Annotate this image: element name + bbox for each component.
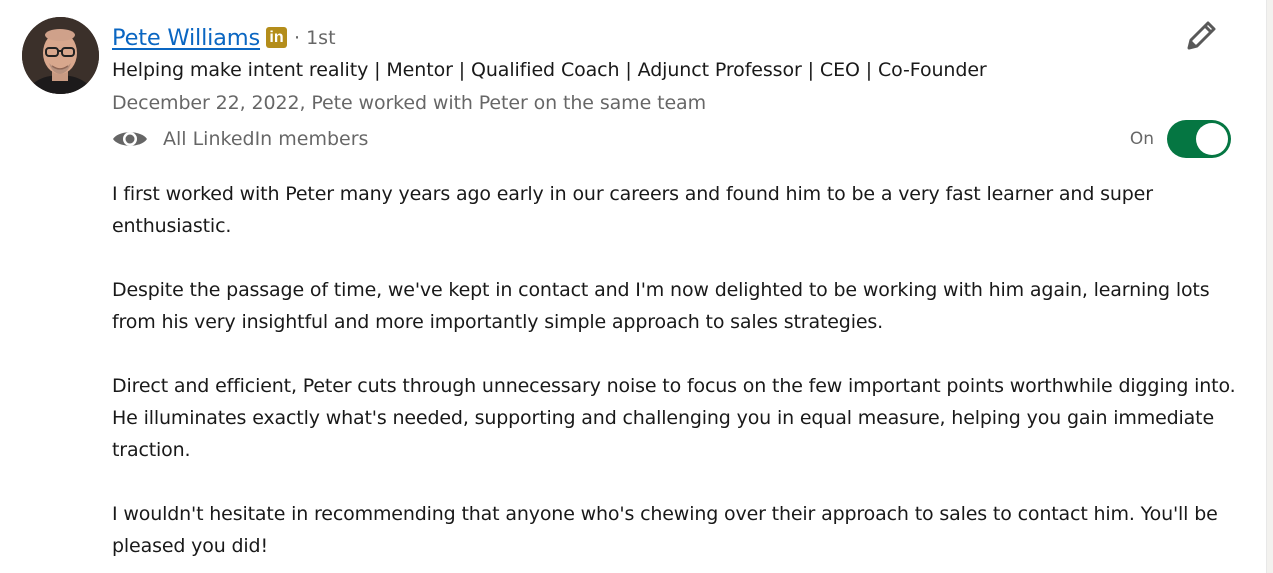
connection-degree: · 1st xyxy=(294,27,336,49)
recommendation-card: Pete Williams in · 1st Helping make inte… xyxy=(0,0,1273,573)
pencil-icon xyxy=(1187,21,1216,50)
recommender-name-link[interactable]: Pete Williams xyxy=(112,25,260,51)
visibility-label: All LinkedIn members xyxy=(163,128,369,150)
recommender-headline: Helping make intent reality | Mentor | Q… xyxy=(112,59,987,81)
toggle-knob xyxy=(1196,123,1228,155)
avatar-photo xyxy=(22,17,99,94)
visibility-toggle[interactable] xyxy=(1167,120,1231,158)
recommendation-paragraph: I first worked with Peter many years ago… xyxy=(112,183,1153,237)
toggle-state-label: On xyxy=(1129,129,1154,149)
recommendation-paragraph: I wouldn't hesitate in recommending that… xyxy=(112,503,1218,557)
visibility-row: All LinkedIn members xyxy=(112,124,368,154)
avatar[interactable] xyxy=(22,17,99,94)
linkedin-premium-icon: in xyxy=(266,26,288,48)
recommendation-paragraph: Despite the passage of time, we've kept … xyxy=(112,279,1210,333)
eye-icon xyxy=(113,132,147,146)
recommender-name-row: Pete Williams in · 1st xyxy=(112,22,336,54)
recommendation-paragraph: Direct and efficient, Peter cuts through… xyxy=(112,375,1236,461)
scrollbar[interactable] xyxy=(1266,0,1273,573)
recommendation-meta: December 22, 2022, Pete worked with Pete… xyxy=(112,92,706,114)
recommendation-text: I first worked with Peter many years ago… xyxy=(112,178,1237,573)
edit-button[interactable] xyxy=(1181,16,1221,56)
visibility-toggle-group: On xyxy=(1130,119,1231,159)
